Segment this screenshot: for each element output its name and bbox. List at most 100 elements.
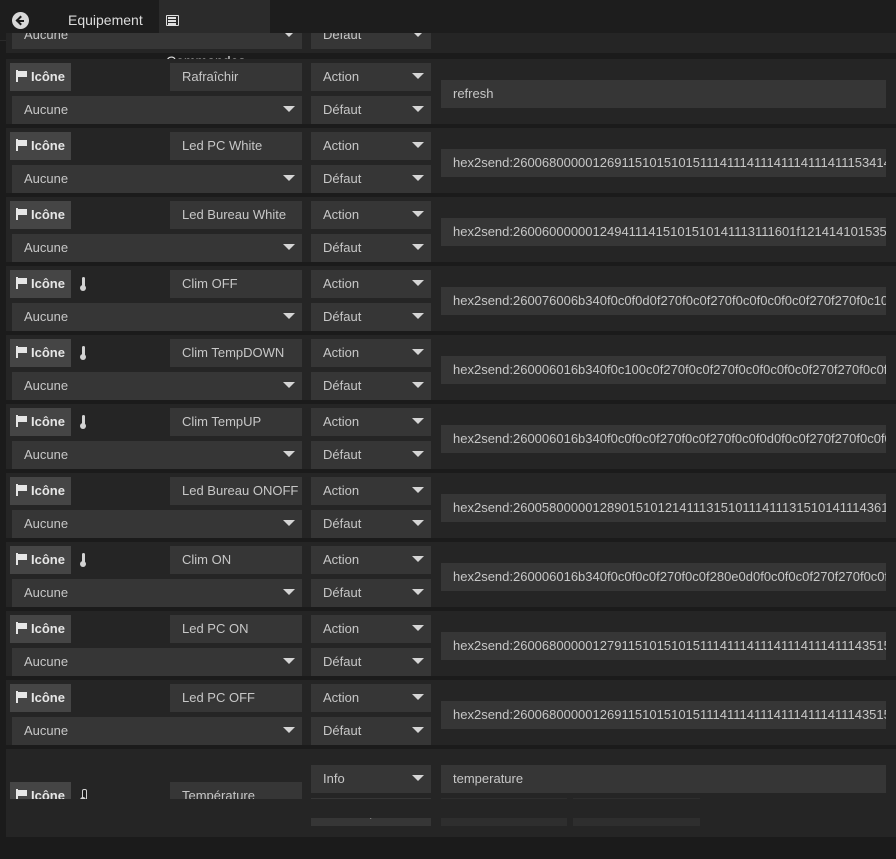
- command-name-input[interactable]: Clim OFF: [170, 270, 302, 298]
- generic-type-select[interactable]: Aucune: [12, 33, 302, 49]
- command-type-select[interactable]: Action: [311, 132, 431, 160]
- icon-button[interactable]: Icône: [10, 339, 71, 367]
- command-name-input[interactable]: Clim ON: [170, 546, 302, 574]
- command-subtype-value: Défaut: [323, 654, 362, 669]
- command-subtype-value: Défaut: [323, 378, 362, 393]
- command-name-input[interactable]: Rafraîchir: [170, 63, 302, 91]
- chevron-down-icon: [412, 175, 424, 181]
- command-name-input[interactable]: Led Bureau White: [170, 201, 302, 229]
- command-row: Icône Led PC ON Action Aucune Défaut hex2send…: [6, 611, 896, 676]
- command-value-input[interactable]: hex2send:2600680000012691151015101511141…: [441, 149, 886, 177]
- icon-button[interactable]: Icône: [10, 684, 71, 712]
- icon-button[interactable]: Icône: [10, 132, 71, 160]
- generic-type-value: Aucune: [24, 654, 69, 669]
- generic-type-value: Aucune: [24, 309, 69, 324]
- command-type-value: Action: [323, 207, 360, 222]
- generic-type-select[interactable]: Aucune: [12, 579, 302, 607]
- icon-button[interactable]: Icône: [10, 546, 71, 574]
- command-subtype-select[interactable]: Défaut: [311, 372, 431, 400]
- flag-icon: [16, 691, 28, 703]
- icon-button-label: Icône: [31, 276, 65, 291]
- chevron-down-icon: [412, 382, 424, 388]
- chevron-down-icon: [412, 73, 424, 79]
- generic-type-select[interactable]: Aucune: [12, 96, 302, 124]
- generic-type-select[interactable]: Aucune: [12, 717, 302, 745]
- chevron-down-icon: [412, 244, 424, 250]
- command-type-select[interactable]: Action: [311, 615, 431, 643]
- command-subtype-select[interactable]: Défaut: [311, 510, 431, 538]
- command-value-input[interactable]: hex2send:260006016b340f0c0f0c0f270f0c0f2…: [441, 563, 886, 591]
- icon-button[interactable]: Icône: [10, 615, 71, 643]
- command-value-input[interactable]: hex2send:260006016b340f0c0f0c0f270f0c0f2…: [441, 425, 886, 453]
- generic-type-select[interactable]: Aucune: [12, 372, 302, 400]
- command-subtype-select[interactable]: Défaut: [311, 579, 431, 607]
- chevron-down-icon: [412, 487, 424, 493]
- command-type-select[interactable]: Action: [311, 63, 431, 91]
- icon-button-label: Icône: [31, 345, 65, 360]
- command-value-input[interactable]: hex2send:2600680000012691151015101511141…: [441, 701, 886, 729]
- generic-type-select[interactable]: Aucune: [12, 441, 302, 469]
- command-name-input[interactable]: Clim TempUP: [170, 408, 302, 436]
- command-type-select[interactable]: Action: [311, 270, 431, 298]
- command-type-select[interactable]: Info: [311, 765, 431, 793]
- command-type-select[interactable]: Action: [311, 408, 431, 436]
- chevron-down-icon: [412, 451, 424, 457]
- chevron-down-icon: [283, 382, 295, 388]
- command-type-select[interactable]: Action: [311, 339, 431, 367]
- icon-button[interactable]: Icône: [10, 201, 71, 229]
- command-value-input[interactable]: hex2send:260006016b340f0c100c0f270f0c0f2…: [441, 356, 886, 384]
- generic-type-select[interactable]: Aucune: [12, 648, 302, 676]
- generic-type-value: Aucune: [24, 102, 69, 117]
- command-subtype-select[interactable]: Défaut: [311, 96, 431, 124]
- command-type-select[interactable]: Action: [311, 546, 431, 574]
- flag-icon: [16, 208, 28, 220]
- command-value-input[interactable]: hex2send:2600600000012494111415101510141…: [441, 218, 886, 246]
- command-subtype-select[interactable]: Défaut: [311, 441, 431, 469]
- command-row: Icône Led Bureau ONOFF Action Aucune Défaut h…: [6, 473, 896, 538]
- command-subtype-value: Défaut: [323, 447, 362, 462]
- command-subtype-select[interactable]: Défaut: [311, 303, 431, 331]
- command-type-select[interactable]: Action: [311, 201, 431, 229]
- command-type-value: Action: [323, 690, 360, 705]
- icon-button-label: Icône: [31, 138, 65, 153]
- generic-type-select[interactable]: Aucune: [12, 234, 302, 262]
- generic-type-select[interactable]: Aucune: [12, 165, 302, 193]
- command-name-input[interactable]: Led PC OFF: [170, 684, 302, 712]
- command-value-input[interactable]: hex2send:2600580000012890151012141113151…: [441, 494, 886, 522]
- command-subtype-select[interactable]: Défaut: [311, 648, 431, 676]
- command-row: Icône Clim TempDOWN Action Aucune Défaut hex2…: [6, 335, 896, 400]
- command-name-input[interactable]: Led Bureau ONOFF: [170, 477, 302, 505]
- command-type-select[interactable]: Action: [311, 477, 431, 505]
- panel-bottom: [6, 799, 896, 818]
- icon-button[interactable]: Icône: [10, 477, 71, 505]
- flag-icon: [16, 622, 28, 634]
- command-name-input[interactable]: Clim TempDOWN: [170, 339, 302, 367]
- generic-type-select[interactable]: Aucune: [12, 303, 302, 331]
- thermometer-icon: [80, 553, 86, 567]
- icon-button[interactable]: Icône: [10, 270, 71, 298]
- generic-type-value: Aucune: [24, 171, 69, 186]
- command-value-input[interactable]: temperature: [441, 765, 886, 793]
- command-name-input[interactable]: Led PC White: [170, 132, 302, 160]
- icon-button-label: Icône: [31, 483, 65, 498]
- command-subtype-select[interactable]: Défaut: [311, 234, 431, 262]
- chevron-down-icon: [412, 349, 424, 355]
- command-value-input[interactable]: hex2send:2600680000012791151015101511141…: [441, 632, 886, 660]
- command-name-input[interactable]: Led PC ON: [170, 615, 302, 643]
- chevron-down-icon: [283, 589, 295, 595]
- command-value-input[interactable]: refresh: [441, 80, 886, 108]
- command-subtype-value: Défaut: [323, 171, 362, 186]
- generic-type-select[interactable]: Aucune: [12, 510, 302, 538]
- command-row: Icône Clim ON Action Aucune Défaut hex2send:2…: [6, 542, 896, 607]
- command-subtype-value: Défaut: [323, 723, 362, 738]
- icon-button[interactable]: Icône: [10, 408, 71, 436]
- command-value-input[interactable]: hex2send:260076006b340f0c0f0d0f270f0c0f2…: [441, 287, 886, 315]
- command-type-select[interactable]: Action: [311, 684, 431, 712]
- icon-button[interactable]: Icône: [10, 63, 71, 91]
- command-subtype-value: Défaut: [323, 516, 362, 531]
- command-subtype-select[interactable]: Défaut: [311, 165, 431, 193]
- command-subtype-select[interactable]: Défaut: [311, 717, 431, 745]
- chevron-down-icon: [283, 658, 295, 664]
- subtype-select[interactable]: Défaut: [311, 33, 431, 49]
- back-circle-arrow-icon[interactable]: [12, 12, 29, 29]
